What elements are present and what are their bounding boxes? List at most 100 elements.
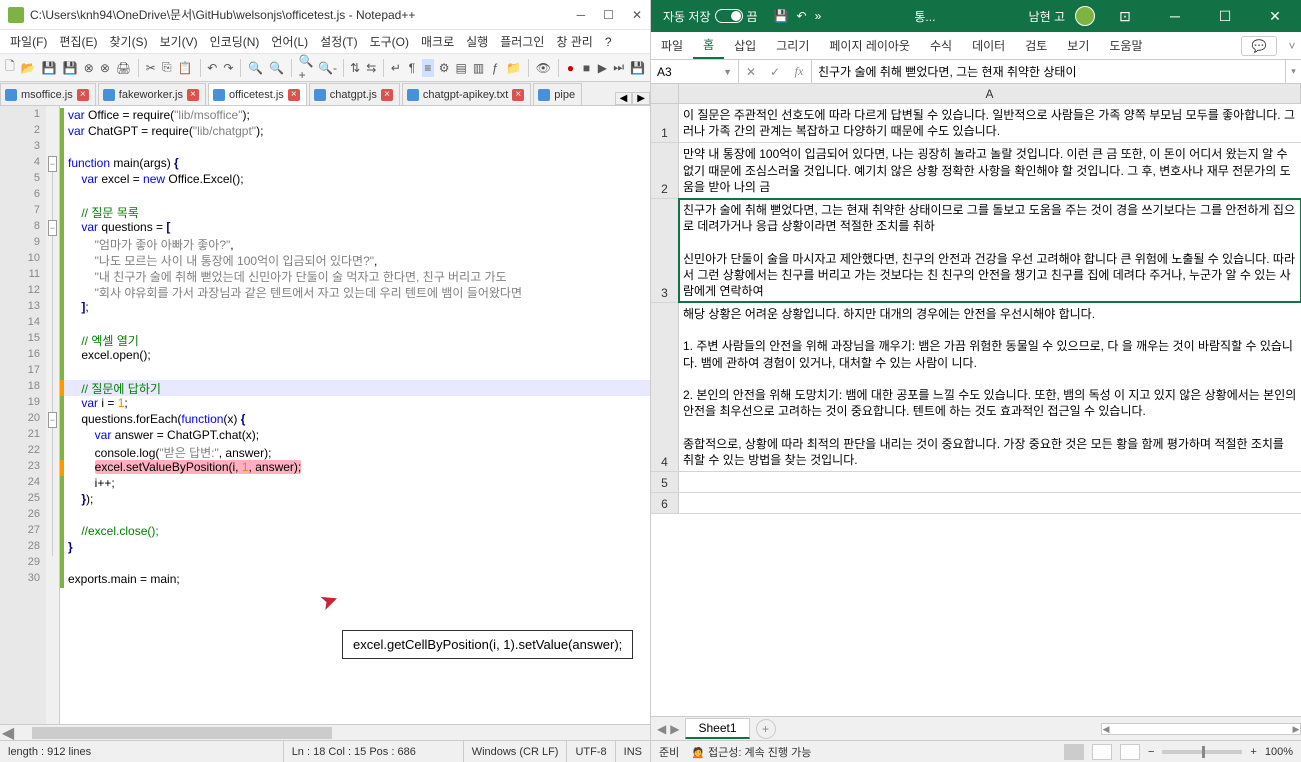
undo-icon[interactable]: ↶ — [206, 59, 218, 77]
menu-help[interactable]: ? — [599, 33, 618, 51]
tab-scroll-right-icon[interactable]: ▶ — [632, 92, 650, 105]
menu-encoding[interactable]: 인코딩(N) — [204, 31, 266, 52]
tab-chatgpt[interactable]: chatgpt.js× — [309, 83, 400, 105]
close-file-icon[interactable]: ⊗ — [83, 59, 95, 77]
zoom-in-icon[interactable]: 🔍+ — [298, 59, 315, 77]
tab-pipe[interactable]: pipe — [533, 83, 582, 105]
tab-close-icon[interactable]: × — [381, 89, 393, 101]
cut-icon[interactable]: ✂ — [145, 59, 157, 77]
tab-close-icon[interactable]: × — [512, 89, 524, 101]
folder-icon[interactable]: 📁 — [505, 59, 522, 77]
menu-edit[interactable]: 편집(E) — [53, 31, 103, 52]
minimize-icon[interactable]: ─ — [1155, 8, 1195, 24]
tab-officetest[interactable]: officetest.js× — [208, 83, 307, 105]
add-sheet-button[interactable]: + — [756, 719, 776, 739]
wordwrap-icon[interactable]: ↵ — [390, 59, 402, 77]
redo-icon[interactable]: ↷ — [222, 59, 234, 77]
sheet-nav-next-icon[interactable]: ▶ — [670, 722, 679, 736]
autosave-toggle[interactable]: 자동 저장 끔 — [657, 8, 764, 25]
menu-language[interactable]: 언어(L) — [265, 31, 314, 52]
page-break-view-icon[interactable] — [1120, 744, 1140, 760]
grid-row[interactable]: 1이 질문은 주관적인 선호도에 따라 다르게 답변될 수 있습니다. 일반적으… — [651, 104, 1301, 143]
menu-window[interactable]: 창 관리 — [550, 31, 598, 52]
cell[interactable]: 만약 내 통장에 100억이 입금되어 있다면, 나는 굉장히 놀라고 놀랄 것… — [679, 143, 1301, 198]
row-header[interactable]: 4 — [651, 303, 679, 471]
select-all-corner[interactable] — [651, 84, 679, 103]
replace-icon[interactable]: 🔍 — [268, 59, 285, 77]
find-icon[interactable]: 🔍 — [247, 59, 264, 77]
close-all-icon[interactable]: ⊗ — [99, 59, 111, 77]
ribbon-view[interactable]: 보기 — [1057, 32, 1099, 59]
grid-rows[interactable]: 1이 질문은 주관적인 선호도에 따라 다르게 답변될 수 있습니다. 일반적으… — [651, 104, 1301, 716]
tab-fakeworker[interactable]: fakeworker.js× — [98, 83, 206, 105]
open-file-icon[interactable]: 📂 — [20, 59, 37, 77]
sync-h-icon[interactable]: ⇆ — [365, 59, 377, 77]
all-chars-icon[interactable]: ¶ — [406, 59, 418, 77]
menu-run[interactable]: 실행 — [460, 31, 494, 52]
grid-row[interactable]: 3친구가 술에 취해 뻗었다면, 그는 현재 취약한 상태이므로 그를 돌보고 … — [651, 199, 1301, 303]
maximize-icon[interactable]: ☐ — [603, 8, 614, 22]
tab-scroll-left-icon[interactable]: ◀ — [615, 92, 633, 105]
fold-column[interactable]: −−− — [46, 106, 60, 724]
more-icon[interactable]: » — [815, 9, 822, 23]
enter-formula-icon[interactable]: ✓ — [763, 60, 787, 83]
copy-icon[interactable]: ⎘ — [161, 59, 173, 77]
cell[interactable]: 이 질문은 주관적인 선호도에 따라 다르게 답변될 수 있습니다. 일반적으로… — [679, 104, 1301, 142]
toggle-icon[interactable] — [715, 9, 743, 23]
zoom-out-icon[interactable]: 🔍- — [319, 59, 337, 77]
save-all-icon[interactable]: 💾 — [62, 59, 79, 77]
row-header[interactable]: 5 — [651, 472, 679, 492]
name-box[interactable]: A3▼ — [651, 60, 739, 83]
close-icon[interactable]: ✕ — [632, 8, 642, 22]
doc-list-icon[interactable]: ▥ — [472, 59, 485, 77]
undo-icon[interactable]: ↶ — [797, 9, 807, 23]
zoom-in-icon[interactable]: + — [1250, 746, 1256, 758]
menu-macro[interactable]: 매크로 — [415, 31, 460, 52]
col-header-A[interactable]: A — [679, 84, 1301, 103]
menu-tools[interactable]: 도구(O) — [364, 31, 415, 52]
close-icon[interactable]: ✕ — [1255, 8, 1295, 25]
ribbon-help[interactable]: 도움말 — [1099, 32, 1152, 59]
playn-icon[interactable]: ⏭ — [612, 59, 625, 77]
indent-guide-icon[interactable]: ≡ — [422, 59, 434, 77]
grid-row[interactable]: 5 — [651, 472, 1301, 493]
grid-row[interactable]: 6 — [651, 493, 1301, 514]
ribbon-formulas[interactable]: 수식 — [920, 32, 962, 59]
tab-apikey[interactable]: chatgpt-apikey.txt× — [402, 83, 531, 105]
tab-close-icon[interactable]: × — [77, 89, 89, 101]
ribbon-options-icon[interactable]: ⊡ — [1105, 8, 1145, 25]
row-header[interactable]: 3 — [651, 199, 679, 302]
print-icon[interactable]: 🖨 — [115, 59, 132, 77]
code-area[interactable]: var Office = require("lib/msoffice");var… — [64, 106, 650, 724]
cell[interactable] — [679, 493, 1301, 513]
ribbon-data[interactable]: 데이터 — [962, 32, 1015, 59]
func-list-icon[interactable]: ƒ — [489, 59, 501, 77]
sheet-nav-prev-icon[interactable]: ◀ — [657, 722, 666, 736]
page-layout-view-icon[interactable] — [1092, 744, 1112, 760]
expand-formula-icon[interactable]: ▾ — [1285, 60, 1301, 83]
tab-msoffice[interactable]: msoffice.js× — [0, 83, 96, 105]
zoom-out-icon[interactable]: − — [1148, 746, 1154, 758]
menu-search[interactable]: 찾기(S) — [103, 31, 153, 52]
cell[interactable]: 해당 상황은 어려운 상황입니다. 하지만 대개의 경우에는 안전을 우선시해야… — [679, 303, 1301, 471]
tab-close-icon[interactable]: × — [187, 89, 199, 101]
menu-view[interactable]: 보기(V) — [154, 31, 204, 52]
ribbon-home[interactable]: 홈 — [693, 32, 724, 59]
doc-map-icon[interactable]: ▤ — [455, 59, 468, 77]
new-file-icon[interactable]: 🗋 — [4, 59, 16, 77]
zoom-level[interactable]: 100% — [1265, 746, 1293, 758]
ribbon-insert[interactable]: 삽입 — [724, 32, 766, 59]
row-header[interactable]: 1 — [651, 104, 679, 142]
save-icon[interactable]: 💾 — [774, 9, 789, 23]
comments-button[interactable]: 💬 — [1241, 36, 1277, 56]
code-editor[interactable]: 1234567891011121314151617181920212223242… — [0, 106, 650, 724]
cancel-formula-icon[interactable]: ✕ — [739, 60, 763, 83]
udf-icon[interactable]: ⚙ — [438, 59, 451, 77]
normal-view-icon[interactable] — [1064, 744, 1084, 760]
ribbon-review[interactable]: 검토 — [1015, 32, 1057, 59]
play-icon[interactable]: ▶ — [596, 59, 608, 77]
record-icon[interactable]: ● — [565, 59, 577, 77]
cell[interactable] — [679, 472, 1301, 492]
user-avatar[interactable] — [1075, 6, 1095, 26]
stop-icon[interactable]: ■ — [580, 59, 592, 77]
